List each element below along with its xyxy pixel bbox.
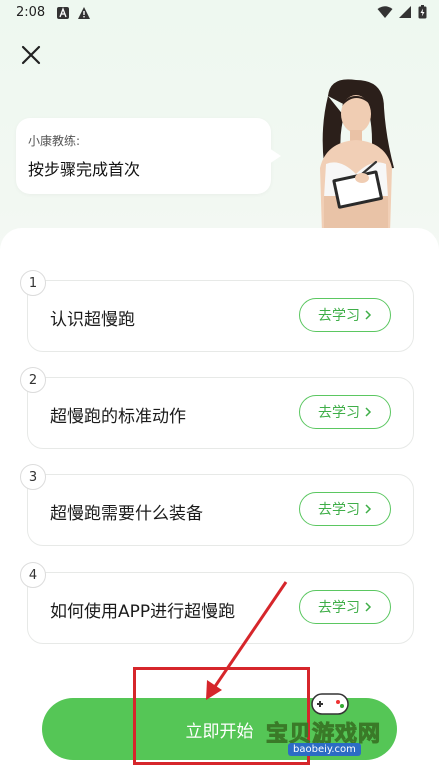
step-card-4: 如何使用APP进行超慢跑 去学习	[27, 572, 414, 644]
learn-button-label: 去学习	[318, 405, 360, 421]
watermark-url: baobeiy.com	[288, 743, 361, 756]
step-number-badge: 4	[20, 562, 46, 588]
signal-icon	[399, 5, 411, 18]
gamepad-icon	[311, 693, 349, 715]
step-card-3: 超慢跑需要什么装备 去学习	[27, 474, 414, 546]
step-number-badge: 1	[20, 270, 46, 296]
battery-icon	[418, 5, 427, 19]
learn-button-1[interactable]: 去学习	[299, 298, 391, 332]
step-title: 超慢跑需要什么装备	[50, 504, 203, 524]
close-button[interactable]	[16, 40, 46, 70]
coach-illustration	[320, 79, 394, 233]
coach-message: 按步骤完成首次	[28, 160, 141, 179]
chevron-right-icon	[365, 602, 372, 612]
chevron-right-icon	[365, 504, 372, 514]
chevron-right-icon	[365, 407, 372, 417]
chevron-right-icon	[365, 310, 372, 320]
step-number-badge: 3	[20, 464, 46, 490]
learn-button-label: 去学习	[318, 600, 360, 616]
watermark-logo: 宝贝游戏网 baobeiy.com	[262, 688, 412, 764]
step-title: 如何使用APP进行超慢跑	[50, 602, 236, 622]
status-bar: 2:08	[0, 0, 439, 26]
wifi-icon	[377, 5, 393, 18]
coach-name: 小康教练:	[28, 134, 81, 148]
start-now-label: 立即开始	[185, 721, 254, 742]
step-number-badge: 2	[20, 367, 46, 393]
step-card-2: 超慢跑的标准动作 去学习	[27, 377, 414, 449]
step-title: 超慢跑的标准动作	[50, 407, 186, 427]
learn-button-label: 去学习	[318, 502, 360, 518]
status-time: 2:08	[16, 5, 46, 20]
step-card-1: 认识超慢跑 去学习	[27, 280, 414, 352]
step-title: 认识超慢跑	[50, 310, 135, 330]
coach-speech-bubble: 小康教练: 按步骤完成首次	[16, 118, 281, 194]
learn-button-2[interactable]: 去学习	[299, 395, 391, 429]
learn-button-3[interactable]: 去学习	[299, 492, 391, 526]
close-icon	[21, 45, 41, 65]
learn-button-4[interactable]: 去学习	[299, 590, 391, 624]
notification-a-icon	[57, 7, 69, 19]
learn-button-label: 去学习	[318, 308, 360, 324]
warning-icon	[78, 7, 90, 19]
